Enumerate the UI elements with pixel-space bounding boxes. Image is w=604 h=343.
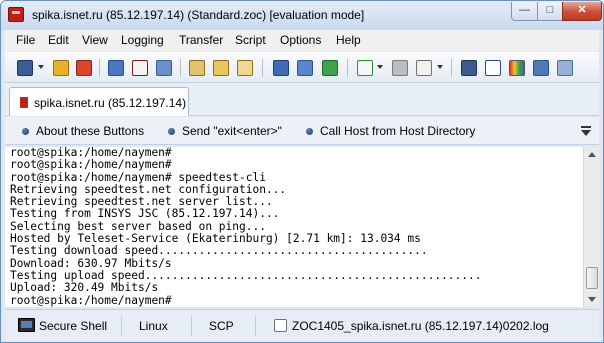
menu-arrow	[581, 130, 591, 136]
edit-script-dropdown[interactable]	[437, 65, 443, 69]
layout-icon[interactable]	[557, 60, 573, 76]
upload-icon[interactable]	[297, 60, 313, 76]
menu-file[interactable]: File	[16, 33, 35, 47]
status-separator	[121, 316, 122, 336]
menu-help[interactable]: Help	[336, 33, 361, 47]
edit-icon[interactable]	[237, 60, 253, 76]
stop-icon[interactable]	[392, 60, 408, 76]
menu-bar-line	[581, 126, 591, 128]
close-session-icon[interactable]	[132, 60, 148, 76]
font-icon[interactable]	[485, 60, 501, 76]
status-separator	[191, 316, 192, 336]
terminal-scrollbar[interactable]	[583, 147, 599, 307]
address-book-icon[interactable]	[156, 60, 172, 76]
menu-options[interactable]: Options	[280, 33, 321, 47]
run-script-icon[interactable]	[357, 60, 373, 76]
button-bar-menu-icon[interactable]	[580, 125, 592, 137]
disconnect-icon[interactable]	[76, 60, 92, 76]
about-buttons-button[interactable]: About these Buttons	[36, 124, 144, 138]
call-host-button[interactable]: Call Host from Host Directory	[320, 124, 475, 138]
transfer-type[interactable]: SCP	[209, 319, 234, 333]
session-tab-bar: spika.isnet.ru (85.12.197.14)	[5, 83, 599, 116]
terminal-line: Testing download speed..................…	[10, 244, 428, 258]
status-separator	[255, 316, 256, 336]
menu-script[interactable]: Script	[235, 33, 266, 47]
host-directory-icon[interactable]	[461, 60, 477, 76]
favorites-icon[interactable]	[53, 60, 69, 76]
menu-edit[interactable]: Edit	[48, 33, 69, 47]
options-icon[interactable]	[533, 60, 549, 76]
menu-bar: File Edit View Logging Transfer Script O…	[5, 30, 599, 51]
run-script-dropdown[interactable]	[377, 65, 383, 69]
bullet-icon	[22, 128, 29, 135]
menu-transfer[interactable]: Transfer	[179, 33, 223, 47]
session-tab-icon	[20, 97, 28, 108]
new-session-icon[interactable]	[17, 60, 33, 76]
colors-icon[interactable]	[509, 60, 525, 76]
paste-icon[interactable]	[213, 60, 229, 76]
toolbar-separator	[99, 59, 100, 77]
session-tab[interactable]: spika.isnet.ru (85.12.197.14)	[9, 87, 189, 116]
status-bar: Secure Shell Linux SCP ZOC1405_spika.isn…	[5, 309, 599, 342]
terminal-line: Upload: 320.49 Mbits/s	[10, 281, 159, 295]
toolbar-separator	[347, 59, 348, 77]
copy-icon[interactable]	[189, 60, 205, 76]
scroll-down-icon[interactable]	[588, 297, 596, 302]
menu-logging[interactable]: Logging	[121, 33, 164, 47]
terminal-line: root@spika:/home/naymen#	[10, 158, 172, 172]
edit-script-icon[interactable]	[416, 60, 432, 76]
app-window: spika.isnet.ru (85.12.197.14) (Standard.…	[0, 0, 604, 343]
terminal-line: Testing from INSYS JSC (85.12.197.14)...	[10, 207, 280, 221]
toolbar-separator	[451, 59, 452, 77]
toolbar-separator	[180, 59, 181, 77]
minimize-button[interactable]: —	[511, 2, 538, 21]
maximize-button[interactable]: □	[537, 2, 563, 21]
connection-type[interactable]: Secure Shell	[39, 319, 107, 333]
toolbar	[5, 52, 599, 83]
send-file-icon[interactable]	[273, 60, 289, 76]
title-bar[interactable]: spika.isnet.ru (85.12.197.14) (Standard.…	[1, 1, 603, 30]
connection-monitor-icon	[18, 318, 35, 332]
new-session-dropdown[interactable]	[38, 65, 44, 69]
user-button-bar: About these Buttons Send "exit<enter>" C…	[5, 117, 599, 145]
send-exit-button[interactable]: Send "exit<enter>"	[182, 124, 282, 138]
bullet-icon	[306, 128, 313, 135]
terminal-output[interactable]: root@spika:/home/naymen# root@spika:/hom…	[5, 147, 583, 307]
window-title: spika.isnet.ru (85.12.197.14) (Standard.…	[32, 8, 365, 22]
close-button[interactable]: ✕	[562, 2, 602, 21]
logging-checkbox[interactable]	[274, 319, 287, 332]
bullet-icon	[168, 128, 175, 135]
app-icon[interactable]	[8, 7, 24, 22]
terminal-line: root@spika:/home/naymen#	[10, 293, 172, 307]
menu-view[interactable]: View	[82, 33, 108, 47]
log-file-name: ZOC1405_spika.isnet.ru (85.12.197.14)020…	[292, 319, 549, 333]
quick-connect-icon[interactable]	[108, 60, 124, 76]
download-icon[interactable]	[322, 60, 338, 76]
toolbar-separator	[262, 59, 263, 77]
scroll-up-icon[interactable]	[588, 152, 596, 157]
scrollbar-thumb[interactable]	[586, 267, 598, 289]
session-tab-label: spika.isnet.ru (85.12.197.14)	[34, 96, 187, 110]
emulation-type[interactable]: Linux	[139, 319, 168, 333]
